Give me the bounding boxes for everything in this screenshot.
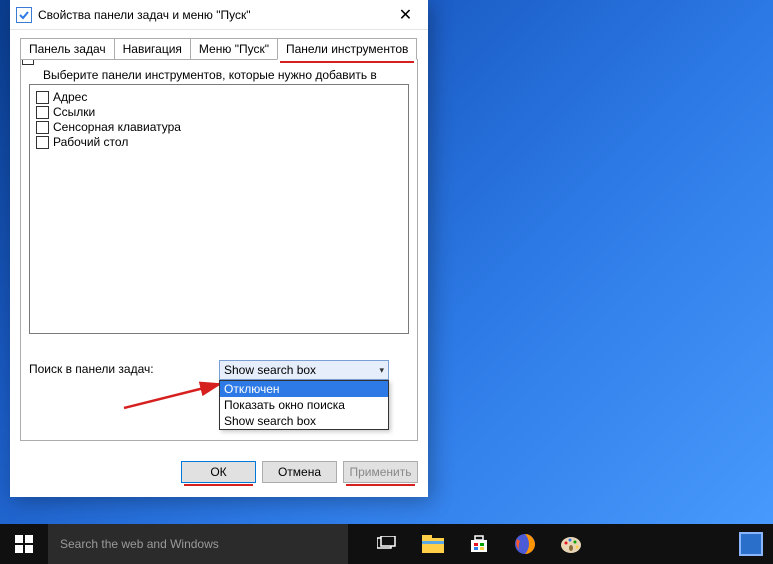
- dialog-body: Панель задач Навигация Меню "Пуск" Панел…: [10, 30, 428, 451]
- pinned-apps: [364, 524, 594, 564]
- checkbox-icon: [36, 91, 49, 104]
- ok-button[interactable]: ОК: [181, 461, 256, 483]
- apply-button[interactable]: Применить: [343, 461, 418, 483]
- toolbar-item-label: Рабочий стол: [53, 135, 128, 149]
- annotation-underline: [280, 61, 414, 63]
- annotation-underline: [346, 484, 415, 486]
- instruction-text: Выберите панели инструментов, которые ну…: [43, 68, 409, 82]
- toolbar-item-label: Адрес: [53, 90, 87, 104]
- combo-option-show-search-window[interactable]: Показать окно поиска: [220, 397, 388, 413]
- tab-toolbars-label: Панели инструментов: [286, 42, 408, 56]
- search-combo-dropdown: Отключен Показать окно поиска Show searc…: [219, 380, 389, 430]
- search-combo-wrap: Show search box ▾ Отключен Показать окно…: [219, 360, 389, 380]
- start-button[interactable]: [0, 524, 48, 564]
- tray-app-icon[interactable]: [739, 532, 763, 556]
- file-explorer-icon[interactable]: [410, 524, 456, 564]
- apply-button-label: Применить: [349, 465, 411, 479]
- toolbar-item-address[interactable]: Адрес: [36, 90, 402, 104]
- combo-selected-text: Show search box: [224, 363, 316, 377]
- taskbar-search[interactable]: Search the web and Windows: [48, 524, 348, 564]
- search-combo[interactable]: Show search box ▾: [219, 360, 389, 380]
- dialog-buttons: ОК Отмена Применить: [10, 451, 428, 497]
- checkbox-icon: [36, 136, 49, 149]
- chevron-down-icon: ▾: [379, 365, 384, 376]
- taskbar-rest: [348, 524, 773, 564]
- tab-taskbar[interactable]: Панель задач: [20, 38, 115, 60]
- toolbar-list[interactable]: Адрес Ссылки Сенсорная клавиатура Рабочи…: [29, 84, 409, 334]
- store-icon[interactable]: [456, 524, 502, 564]
- taskbar-search-placeholder: Search the web and Windows: [60, 537, 219, 551]
- paint-icon[interactable]: [548, 524, 594, 564]
- checkbox-icon: [36, 106, 49, 119]
- close-button[interactable]: ✕: [383, 0, 428, 30]
- tab-toolbars[interactable]: Панели инструментов: [277, 38, 417, 60]
- toolbar-item-label: Ссылки: [53, 105, 95, 119]
- tab-panel: Выберите панели инструментов, которые ну…: [20, 59, 418, 441]
- window-title: Свойства панели задач и меню "Пуск": [38, 8, 383, 22]
- search-label: Поиск в панели задач:: [29, 360, 209, 376]
- combo-option-disabled[interactable]: Отключен: [220, 381, 388, 397]
- taskbar: Search the web and Windows: [0, 524, 773, 564]
- toolbar-item-touch-keyboard[interactable]: Сенсорная клавиатура: [36, 120, 402, 134]
- task-view-icon[interactable]: [364, 524, 410, 564]
- firefox-icon[interactable]: [502, 524, 548, 564]
- combo-option-show-search-box[interactable]: Show search box: [220, 413, 388, 429]
- toolbar-item-label: Сенсорная клавиатура: [53, 120, 181, 134]
- windows-logo-icon: [15, 535, 33, 553]
- cancel-button[interactable]: Отмена: [262, 461, 337, 483]
- tab-navigation[interactable]: Навигация: [114, 38, 191, 60]
- properties-dialog: Свойства панели задач и меню "Пуск" ✕ Па…: [10, 0, 428, 497]
- tab-strip: Панель задач Навигация Меню "Пуск" Панел…: [20, 38, 418, 60]
- tab-start-menu[interactable]: Меню "Пуск": [190, 38, 278, 60]
- cancel-button-label: Отмена: [278, 465, 321, 479]
- ok-button-label: ОК: [210, 465, 226, 479]
- checkbox-icon: [36, 121, 49, 134]
- search-row: Поиск в панели задач: Show search box ▾ …: [29, 360, 409, 380]
- title-bar: Свойства панели задач и меню "Пуск" ✕: [10, 0, 428, 30]
- annotation-underline: [184, 484, 253, 486]
- system-tray: [739, 532, 773, 556]
- toolbar-item-desktop[interactable]: Рабочий стол: [36, 135, 402, 149]
- toolbar-item-links[interactable]: Ссылки: [36, 105, 402, 119]
- window-icon: [16, 7, 32, 23]
